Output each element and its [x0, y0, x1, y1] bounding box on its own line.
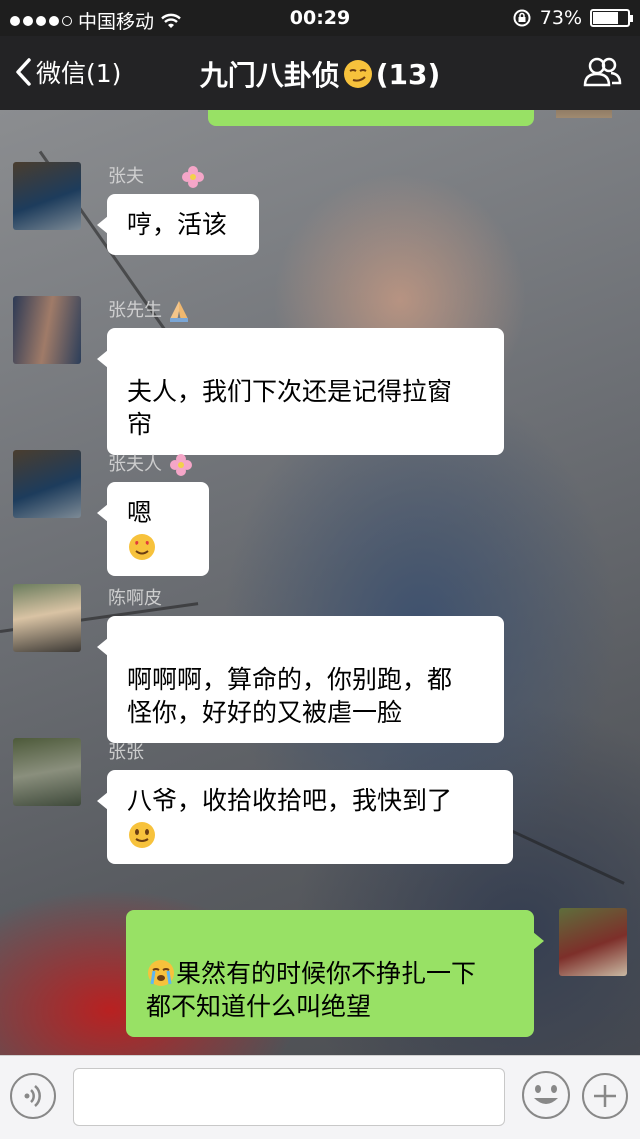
chat-area[interactable]: 张夫 哼，活该 张先生 夫人，我们下次还是记得拉窗 帘 张夫人 嗯 陈啊皮 啊啊…	[0, 110, 640, 1055]
sender-name: 张夫	[108, 162, 206, 190]
avatar[interactable]	[13, 450, 81, 518]
flower-emoji-icon	[169, 454, 192, 476]
sender-name: 张张	[108, 742, 144, 763]
avatar[interactable]	[13, 296, 81, 364]
sender-name: 张先生	[108, 296, 190, 323]
group-members-button[interactable]	[582, 56, 622, 92]
rotation-lock-icon	[513, 9, 531, 27]
plus-icon	[594, 1085, 616, 1107]
message-text: 啊啊啊，算命的，你别跑，都 怪你，好好的又被虐一脸	[127, 665, 453, 727]
more-button[interactable]	[582, 1073, 628, 1119]
battery-icon	[590, 9, 633, 27]
group-name: 九门八卦侦	[199, 59, 340, 92]
avatar[interactable]	[13, 738, 81, 806]
previous-message-bubble[interactable]	[208, 110, 534, 126]
message-bubble[interactable]: 夫人，我们下次还是记得拉窗 帘	[97, 328, 504, 455]
message-bubble[interactable]: 果然有的时候你不挣扎一下 都不知道什么叫绝望	[126, 910, 544, 1037]
chat-title: 九门八卦侦 (13)	[0, 54, 640, 94]
status-right: 73%	[512, 7, 633, 29]
sender-name: 陈啊皮	[108, 588, 162, 609]
avatar-self[interactable]	[559, 908, 627, 976]
smile-emoji-icon	[129, 822, 155, 848]
message-text: 八爷，收拾收拾吧，我快到了	[127, 786, 453, 815]
message-bubble[interactable]: 嗯	[97, 482, 209, 576]
sender-name: 张夫人	[108, 450, 194, 478]
heart-eyes-emoji-icon	[129, 534, 155, 560]
message-text: 哼，活该	[127, 210, 228, 239]
praying-hands-emoji-icon	[169, 301, 188, 322]
voice-icon	[24, 1085, 41, 1107]
member-count: (13)	[375, 57, 441, 91]
smile-icon	[522, 1071, 570, 1119]
message-text: 夫人，我们下次还是记得拉窗 帘	[127, 377, 453, 439]
flower-emoji-icon	[181, 166, 204, 188]
message-input[interactable]	[73, 1068, 505, 1126]
message-bubble[interactable]: 哼，活该	[97, 194, 259, 255]
smirk-emoji-icon	[343, 60, 372, 88]
message-text: 果然有的时候你不挣扎一下 都不知道什么叫绝望	[146, 959, 477, 1021]
message-text: 嗯	[127, 498, 153, 527]
emoji-button[interactable]	[521, 1070, 571, 1124]
avatar[interactable]	[13, 162, 81, 230]
input-bar	[0, 1055, 640, 1139]
message-bubble[interactable]: 啊啊啊，算命的，你别跑，都 怪你，好好的又被虐一脸	[97, 616, 504, 743]
status-bar: 中国移动 00:29 73%	[0, 0, 640, 36]
message-bubble[interactable]: 八爷，收拾收拾吧，我快到了	[97, 770, 513, 864]
people-icon	[583, 57, 622, 87]
crying-emoji-icon	[148, 960, 174, 986]
voice-button[interactable]	[10, 1073, 56, 1119]
chat-header: 微信(1) 九门八卦侦 (13)	[0, 36, 640, 110]
battery-percent: 73%	[539, 7, 582, 29]
avatar[interactable]	[13, 584, 81, 652]
previous-avatar[interactable]	[556, 110, 612, 118]
